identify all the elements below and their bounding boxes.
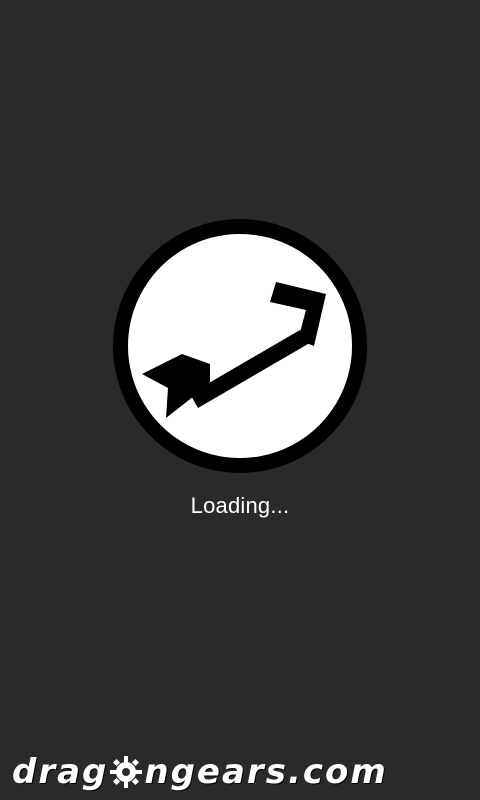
brand-logo: drag ngears.com (12, 752, 468, 792)
splash-screen: Loading... drag ngears.com (0, 0, 480, 800)
footer: drag ngears.com (0, 740, 480, 800)
arrow-in-circle-icon (113, 219, 367, 473)
loading-text: Loading... (190, 493, 290, 518)
brand-text-part-2: ngears.com (144, 752, 388, 792)
app-logo-icon (112, 218, 368, 474)
gear-icon (109, 755, 143, 789)
brand-text-part-1: drag (12, 752, 109, 792)
